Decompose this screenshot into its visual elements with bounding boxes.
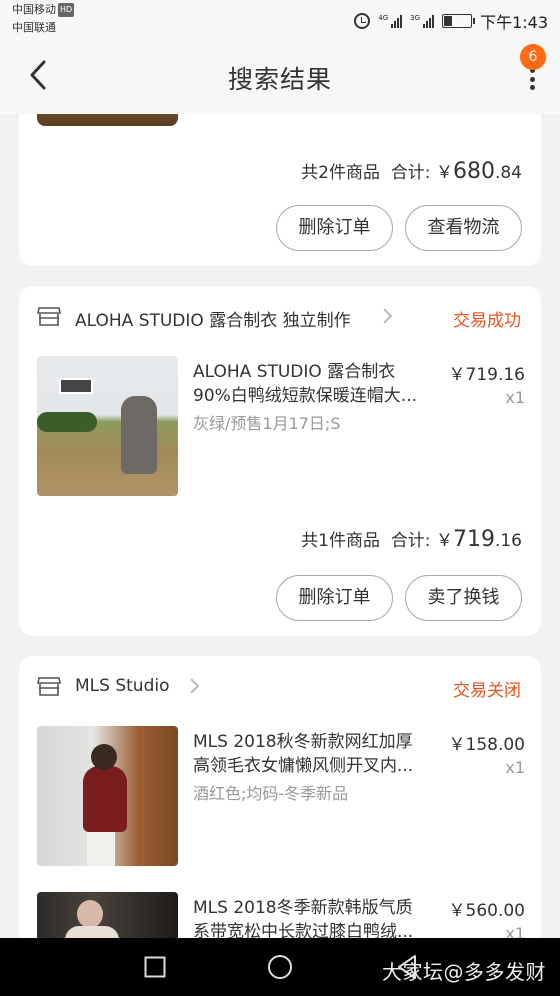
status-bar: 中国移动 HD 中国联通 4G 3G 下午1:43	[0, 0, 560, 40]
shop-name: ALOHA STUDIO 露合制衣 独立制作	[75, 311, 351, 331]
item-price: ￥158.00	[448, 735, 525, 755]
carrier-1: 中国移动 HD	[12, 3, 75, 17]
order-summary: 共2件商品 合计: ￥680.84	[301, 159, 522, 184]
item-title: ALOHA STUDIO 露合制衣 90%白鸭绒短款保暖连帽大...	[193, 362, 417, 406]
delete-order-button[interactable]: 删除订单	[276, 575, 393, 621]
order-card: ALOHA STUDIO 露合制衣 独立制作 交易成功 ALOHA STUDIO…	[19, 286, 541, 636]
order-status: 交易成功	[453, 311, 521, 331]
notification-badge: 6	[520, 44, 546, 70]
shop-header[interactable]: MLS Studio 交易关闭	[19, 656, 541, 718]
item-quantity: x1	[505, 758, 525, 777]
hd-badge: HD	[58, 3, 75, 17]
order-card: MLS Studio 交易关闭 MLS 2018秋冬新款网红加厚 高领毛衣女慵懒…	[19, 656, 541, 956]
clock: 下午1:43	[480, 13, 548, 32]
order-item[interactable]: ALOHA STUDIO 露合制衣 90%白鸭绒短款保暖连帽大... 灰绿/预售…	[19, 356, 541, 496]
nav-bar: 搜索结果 6	[0, 40, 560, 114]
resell-button[interactable]: 卖了换钱	[405, 575, 522, 621]
shop-name: MLS Studio	[75, 676, 170, 696]
signal-3g-icon: 3G	[410, 14, 435, 28]
item-spec: 酒红色;均码-冬季新品	[193, 784, 349, 803]
item-quantity: x1	[505, 388, 525, 407]
store-icon	[37, 307, 61, 326]
system-nav-bar: 大家坛@多多发财	[0, 938, 560, 996]
chevron-right-icon	[383, 308, 393, 324]
order-item[interactable]: MLS 2018秋冬新款网红加厚 高领毛衣女慵懒风侧开叉内... 酒红色;均码-…	[19, 726, 541, 866]
item-title: MLS 2018冬季新款韩版气质 系带宽松中长款过膝白鸭绒...	[193, 898, 414, 942]
carrier-2: 中国联通	[12, 21, 56, 34]
alarm-icon	[354, 13, 371, 29]
page-title: 搜索结果	[227, 65, 332, 94]
store-icon	[37, 677, 61, 696]
product-image[interactable]	[37, 726, 178, 866]
item-spec: 灰绿/预售1月17日;S	[193, 414, 341, 433]
recents-icon[interactable]	[144, 956, 166, 978]
chevron-right-icon	[190, 678, 200, 694]
more-vertical-icon[interactable]	[528, 68, 536, 90]
order-summary: 共1件商品 合计: ￥719.16	[301, 527, 522, 552]
signal-4g-icon: 4G	[378, 14, 403, 28]
home-icon[interactable]	[267, 954, 293, 980]
item-price: ￥719.16	[448, 365, 525, 385]
shop-header[interactable]: ALOHA STUDIO 露合制衣 独立制作 交易成功	[19, 286, 541, 348]
delete-order-button[interactable]: 删除订单	[276, 205, 393, 251]
view-logistics-button[interactable]: 查看物流	[405, 205, 522, 251]
item-price: ￥560.00	[448, 901, 525, 921]
order-status: 交易关闭	[453, 681, 521, 701]
watermark: 大家坛@多多发财	[382, 960, 546, 984]
product-image[interactable]	[37, 356, 178, 496]
item-title: MLS 2018秋冬新款网红加厚 高领毛衣女慵懒风侧开叉内...	[193, 732, 414, 776]
battery-icon	[442, 14, 476, 28]
